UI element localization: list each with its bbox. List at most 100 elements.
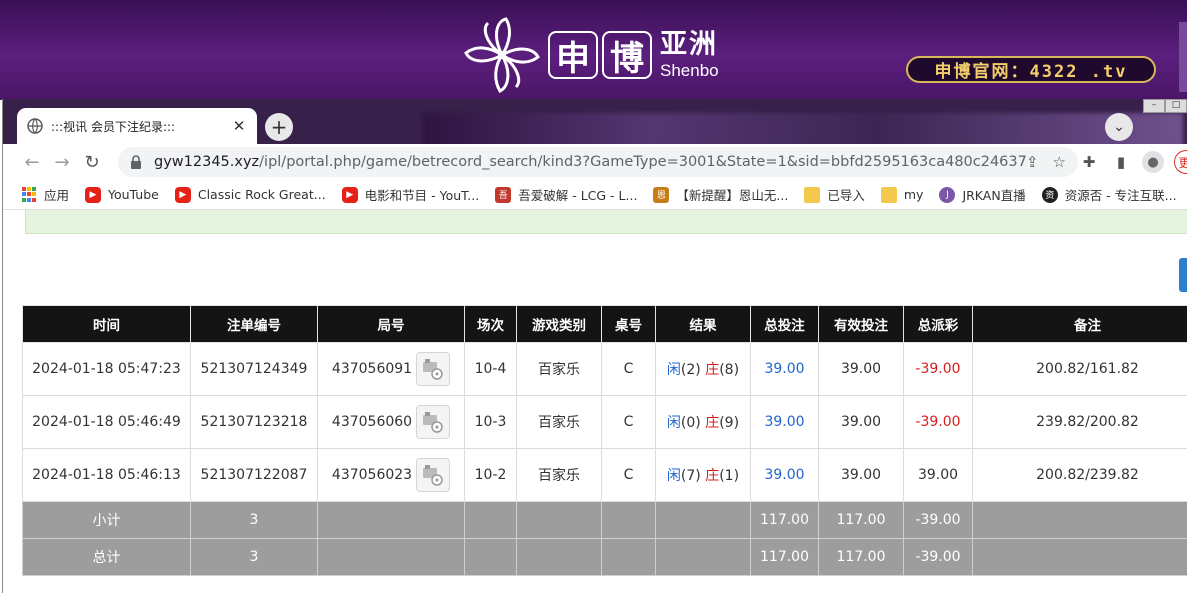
bookmark-label: YouTube xyxy=(108,187,159,202)
update-badge[interactable]: 更 xyxy=(1174,150,1187,174)
bookmark-ziyuanfou[interactable]: 资 资源否 - 专注互联... xyxy=(1041,185,1177,204)
cell-total-bet: 39.00 xyxy=(750,448,819,502)
lock-icon xyxy=(131,155,141,169)
bookmark-youtube[interactable]: ▶ YouTube xyxy=(85,186,159,203)
col-header-result[interactable]: 结果 xyxy=(655,305,751,343)
bookmark-right[interactable]: 恩 【新提醒】恩山无... xyxy=(653,185,788,204)
back-arrow-icon[interactable]: ← xyxy=(17,147,47,177)
tab-search-chevron-icon[interactable]: ⌄ xyxy=(1105,113,1133,141)
reload-icon[interactable]: ↻ xyxy=(77,147,107,177)
cell-bet-no: 521307122087 xyxy=(190,448,318,502)
cell-bet-no: 521307123218 xyxy=(190,395,318,449)
cell-bet-no: 521307124349 xyxy=(190,342,318,396)
new-tab-button[interactable]: + xyxy=(265,113,293,141)
address-bar[interactable]: gyw12345.xyz/ipl/portal.php/game/betreco… xyxy=(118,147,1078,177)
col-header-total-bet[interactable]: 总投注 xyxy=(750,305,819,343)
banker-score: (1) xyxy=(719,468,740,484)
site-favicon-icon: 吾 xyxy=(495,186,512,203)
bookmark-movies[interactable]: ▶ 电影和节目 - YouT... xyxy=(341,185,479,204)
bookmark-label: 吾爱破解 - LCG - L... xyxy=(518,188,638,203)
active-tab[interactable]: :::视讯 会员下注纪录::: ✕ xyxy=(17,108,257,144)
cell-table: C xyxy=(601,395,656,449)
folder-icon xyxy=(880,186,897,203)
cell-game: 百家乐 xyxy=(516,448,602,502)
cell-round: 437056091 xyxy=(317,342,465,396)
player-label: 闲 xyxy=(666,362,681,378)
subtotal-total-bet: 117.00 xyxy=(750,501,819,539)
replay-video-icon[interactable] xyxy=(416,352,451,386)
banker-label: 庄 xyxy=(705,415,720,431)
site-favicon-icon: 恩 xyxy=(653,186,670,203)
extensions-puzzle-icon[interactable]: ✚ xyxy=(1078,151,1100,173)
url-host: gyw12345.xyz xyxy=(154,154,260,170)
replay-video-icon[interactable] xyxy=(416,405,451,439)
cell-total-bet: 39.00 xyxy=(750,342,819,396)
site-banner: 申 博 亚洲 Shenbo 申博官网：4322 .tv xyxy=(0,0,1187,100)
url-text[interactable]: gyw12345.xyz/ipl/portal.php/game/betreco… xyxy=(154,154,1026,170)
site-favicon-icon: J xyxy=(939,186,956,203)
bookmark-52pojie[interactable]: 吾 吾爱破解 - LCG - L... xyxy=(495,185,637,204)
cell-payout: -39.00 xyxy=(903,342,973,396)
bet-record-table: 时间 注单编号 局号 场次 游戏类别 桌号 结果 总投注 有效投注 总派彩 备注… xyxy=(22,305,1187,576)
profile-avatar-icon[interactable]: ● xyxy=(1142,151,1164,173)
cell-payout: -39.00 xyxy=(903,395,973,449)
minimize-button[interactable]: – xyxy=(1143,99,1165,113)
player-score: (2) xyxy=(680,362,701,378)
shenbo-logo: 申 博 亚洲 Shenbo xyxy=(462,12,719,98)
cell-round: 437056060 xyxy=(317,395,465,449)
cell-result: 闲(7) 庄(1) xyxy=(655,448,751,502)
col-header-valid-bet[interactable]: 有效投注 xyxy=(818,305,904,343)
bookmark-imported-folder[interactable]: 已导入 xyxy=(804,185,865,204)
bookmark-apps[interactable]: 应用 xyxy=(21,185,69,204)
bookmark-label: 应用 xyxy=(44,188,70,203)
col-header-note[interactable]: 备注 xyxy=(972,305,1187,343)
cell-valid-bet: 39.00 xyxy=(818,448,904,502)
subtotal-label: 小计 xyxy=(22,501,191,539)
table-row: 2024-01-18 05:46:49 521307123218 4370560… xyxy=(22,395,1187,449)
share-icon[interactable]: ⇪ xyxy=(1026,153,1039,171)
cell-valid-bet: 39.00 xyxy=(818,395,904,449)
replay-video-icon[interactable] xyxy=(416,458,451,492)
bookmark-classic-rock[interactable]: ▶ Classic Rock Great... xyxy=(174,186,326,203)
banker-label: 庄 xyxy=(705,362,720,378)
col-header-round[interactable]: 局号 xyxy=(317,305,465,343)
url-path: /ipl/portal.php/game/betrecord_search/ki… xyxy=(259,154,1026,170)
tab-title: :::视讯 会员下注纪录::: xyxy=(51,119,176,134)
col-header-table[interactable]: 桌号 xyxy=(601,305,656,343)
bookmark-jrkan[interactable]: J JRKAN直播 xyxy=(939,185,1026,204)
cell-time: 2024-01-18 05:46:49 xyxy=(22,395,191,449)
cell-note: 200.82/239.82 xyxy=(972,448,1187,502)
col-header-time[interactable]: 时间 xyxy=(22,305,191,343)
maximize-button[interactable]: □ xyxy=(1165,99,1187,113)
round-number: 437056091 xyxy=(331,361,413,377)
col-header-session[interactable]: 场次 xyxy=(464,305,517,343)
bookmark-label: JRKAN直播 xyxy=(962,188,1026,203)
bookmark-my-folder[interactable]: my xyxy=(880,186,923,203)
browser-toolbar: ← → ↻ gyw12345.xyz/ipl/portal.php/game/b… xyxy=(3,144,1187,180)
table-header-row: 时间 注单编号 局号 场次 游戏类别 桌号 结果 总投注 有效投注 总派彩 备注 xyxy=(22,305,1187,343)
cell-total-bet: 39.00 xyxy=(750,395,819,449)
col-header-bet-no[interactable]: 注单编号 xyxy=(190,305,318,343)
banker-score: (9) xyxy=(719,415,740,431)
subtotal-count: 3 xyxy=(190,501,318,539)
total-label: 总计 xyxy=(22,538,191,576)
cell-result: 闲(0) 庄(9) xyxy=(655,395,751,449)
apps-grid-icon xyxy=(21,186,37,203)
search-button-cropped[interactable] xyxy=(1179,258,1187,292)
cell-session: 10-4 xyxy=(464,342,517,396)
banker-score: (8) xyxy=(719,362,740,378)
close-tab-icon[interactable]: ✕ xyxy=(231,117,247,135)
col-header-game[interactable]: 游戏类别 xyxy=(516,305,602,343)
window-controls: – □ xyxy=(1143,99,1187,115)
tab-bar: :::视讯 会员下注纪录::: ✕ + ⌄ – □ xyxy=(3,99,1187,144)
subtotal-valid-bet: 117.00 xyxy=(818,501,904,539)
bookmark-star-icon[interactable]: ☆ xyxy=(1053,153,1066,171)
subtotal-payout: -39.00 xyxy=(903,501,973,539)
forward-arrow-icon[interactable]: → xyxy=(47,147,77,177)
cell-game: 百家乐 xyxy=(516,395,602,449)
official-site-url: 申博官网：4322 .tv xyxy=(906,56,1156,83)
side-panel-icon[interactable]: ▮ xyxy=(1110,151,1132,173)
col-header-payout[interactable]: 总派彩 xyxy=(903,305,973,343)
folder-icon xyxy=(804,186,821,203)
total-row: 总计 3 117.00 117.00 -39.00 xyxy=(22,538,1187,576)
